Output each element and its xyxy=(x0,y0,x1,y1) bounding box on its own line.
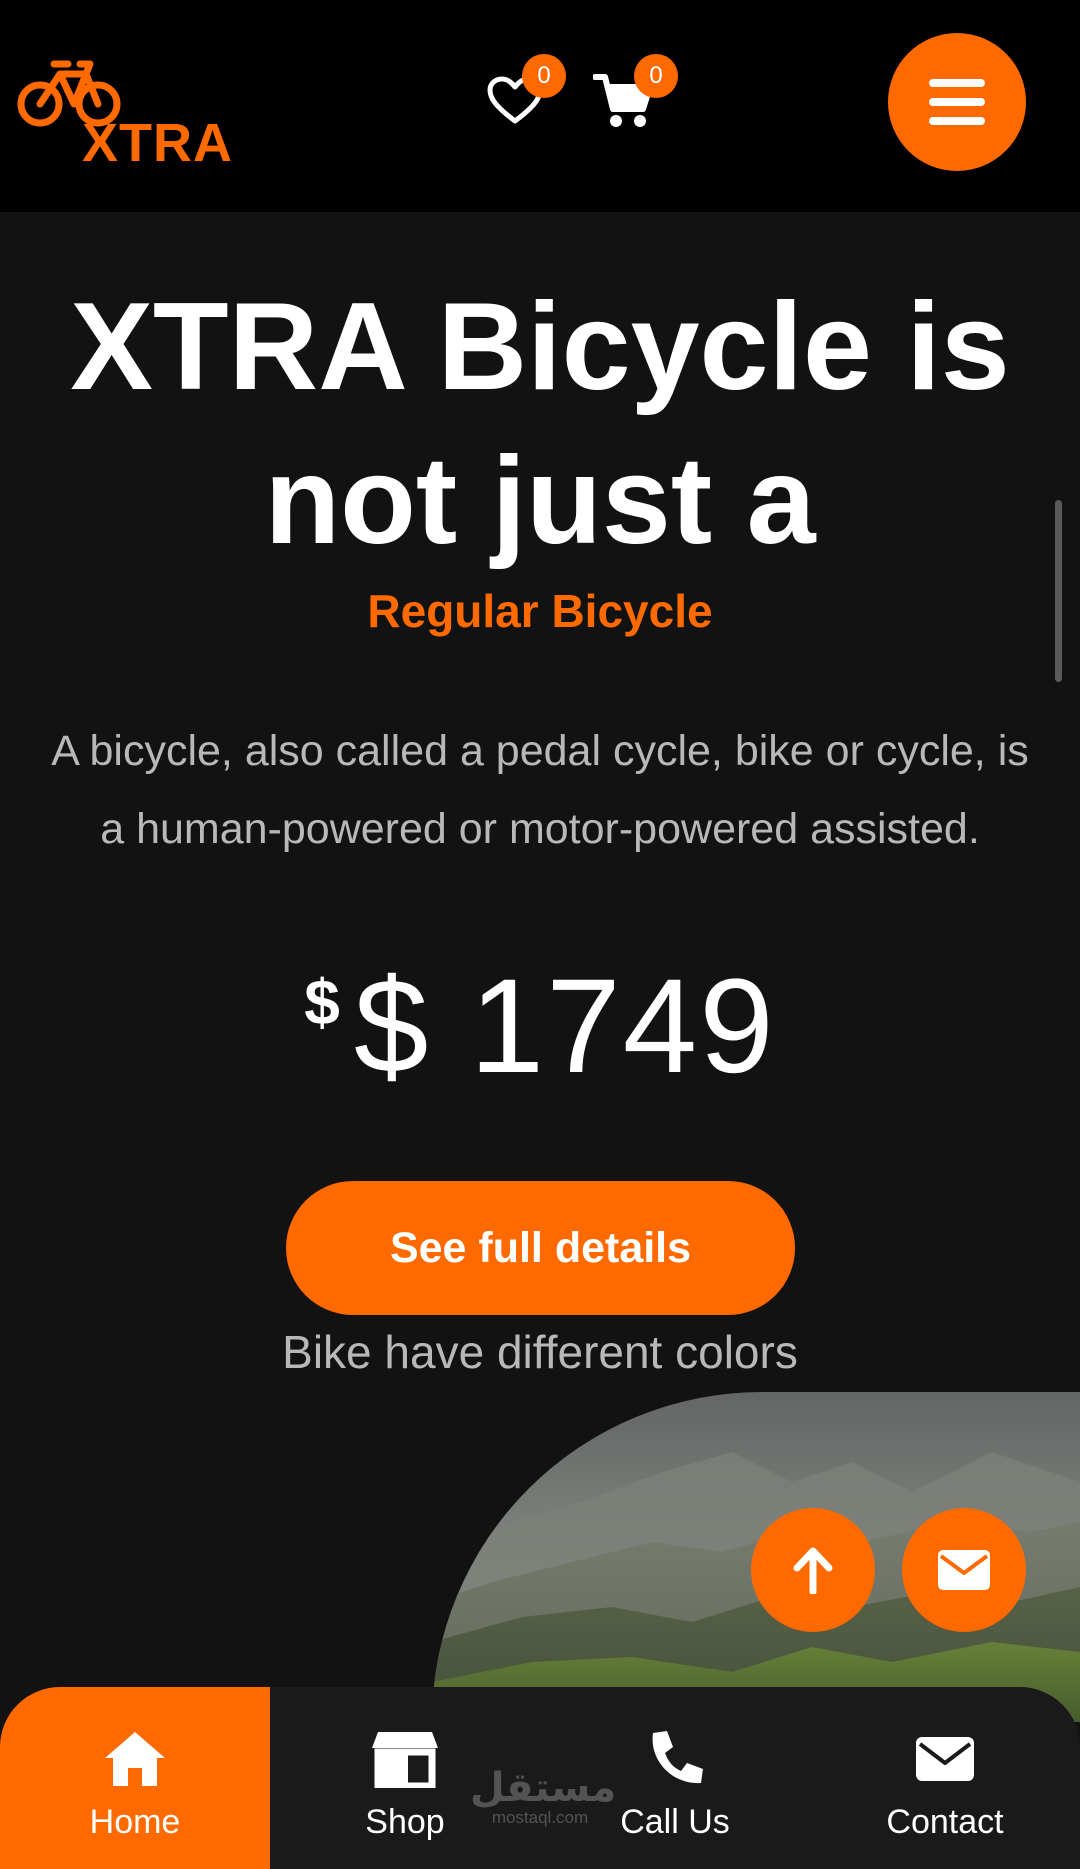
shop-icon xyxy=(372,1732,438,1788)
hero-title-line-1: XTRA Bicycle is xyxy=(70,278,1010,416)
hero-title-line-2: not just a xyxy=(264,432,816,570)
cart-count-badge: 0 xyxy=(634,54,678,98)
watermark-latin: mostaql.com xyxy=(491,1808,589,1827)
cart-button[interactable]: 0 xyxy=(578,54,678,146)
hero-subtitle: Regular Bicycle xyxy=(367,585,713,637)
nav-item-home[interactable]: Home xyxy=(0,1687,270,1869)
price-currency-symbol: $ xyxy=(304,966,340,1038)
watermark-arabic: مستقل xyxy=(470,1765,617,1811)
price-display: $ $ 1749 xyxy=(0,950,1080,1103)
nav-label-contact: Contact xyxy=(886,1803,1004,1841)
nav-label-home: Home xyxy=(89,1803,181,1841)
mail-icon xyxy=(916,1737,974,1781)
arrow-up-icon xyxy=(793,1547,833,1594)
home-icon xyxy=(105,1732,165,1786)
menu-button[interactable] xyxy=(888,33,1026,171)
hero-description-line-1: A bicycle, also called a pedal cycle, bi… xyxy=(51,727,1029,775)
email-float-button[interactable] xyxy=(902,1508,1026,1632)
mail-icon xyxy=(938,1550,990,1590)
see-full-details-button[interactable]: See full details xyxy=(286,1181,795,1315)
hero-description: A bicycle, also called a pedal cycle, bi… xyxy=(0,712,1080,868)
hero-title: XTRA Bicycle is not just a xyxy=(40,270,1040,578)
brand-logo[interactable]: XTRA xyxy=(16,52,232,173)
scroll-to-top-button[interactable] xyxy=(751,1508,875,1632)
logo-text: XTRA xyxy=(82,113,233,173)
wishlist-button[interactable]: 0 xyxy=(470,54,566,146)
phone-icon xyxy=(652,1731,703,1784)
price-value: $ 1749 xyxy=(353,952,776,1101)
colors-note: Bike have different colors xyxy=(282,1326,798,1378)
nav-item-contact[interactable]: Contact xyxy=(810,1687,1080,1869)
watermark: مستقل mostaql.com xyxy=(470,1765,617,1828)
hamburger-icon xyxy=(929,79,985,125)
wishlist-count-badge: 0 xyxy=(522,54,566,98)
top-header: XTRA 0 0 xyxy=(0,0,1080,212)
hero-description-line-2: a human-powered or motor-powered assiste… xyxy=(100,805,980,853)
